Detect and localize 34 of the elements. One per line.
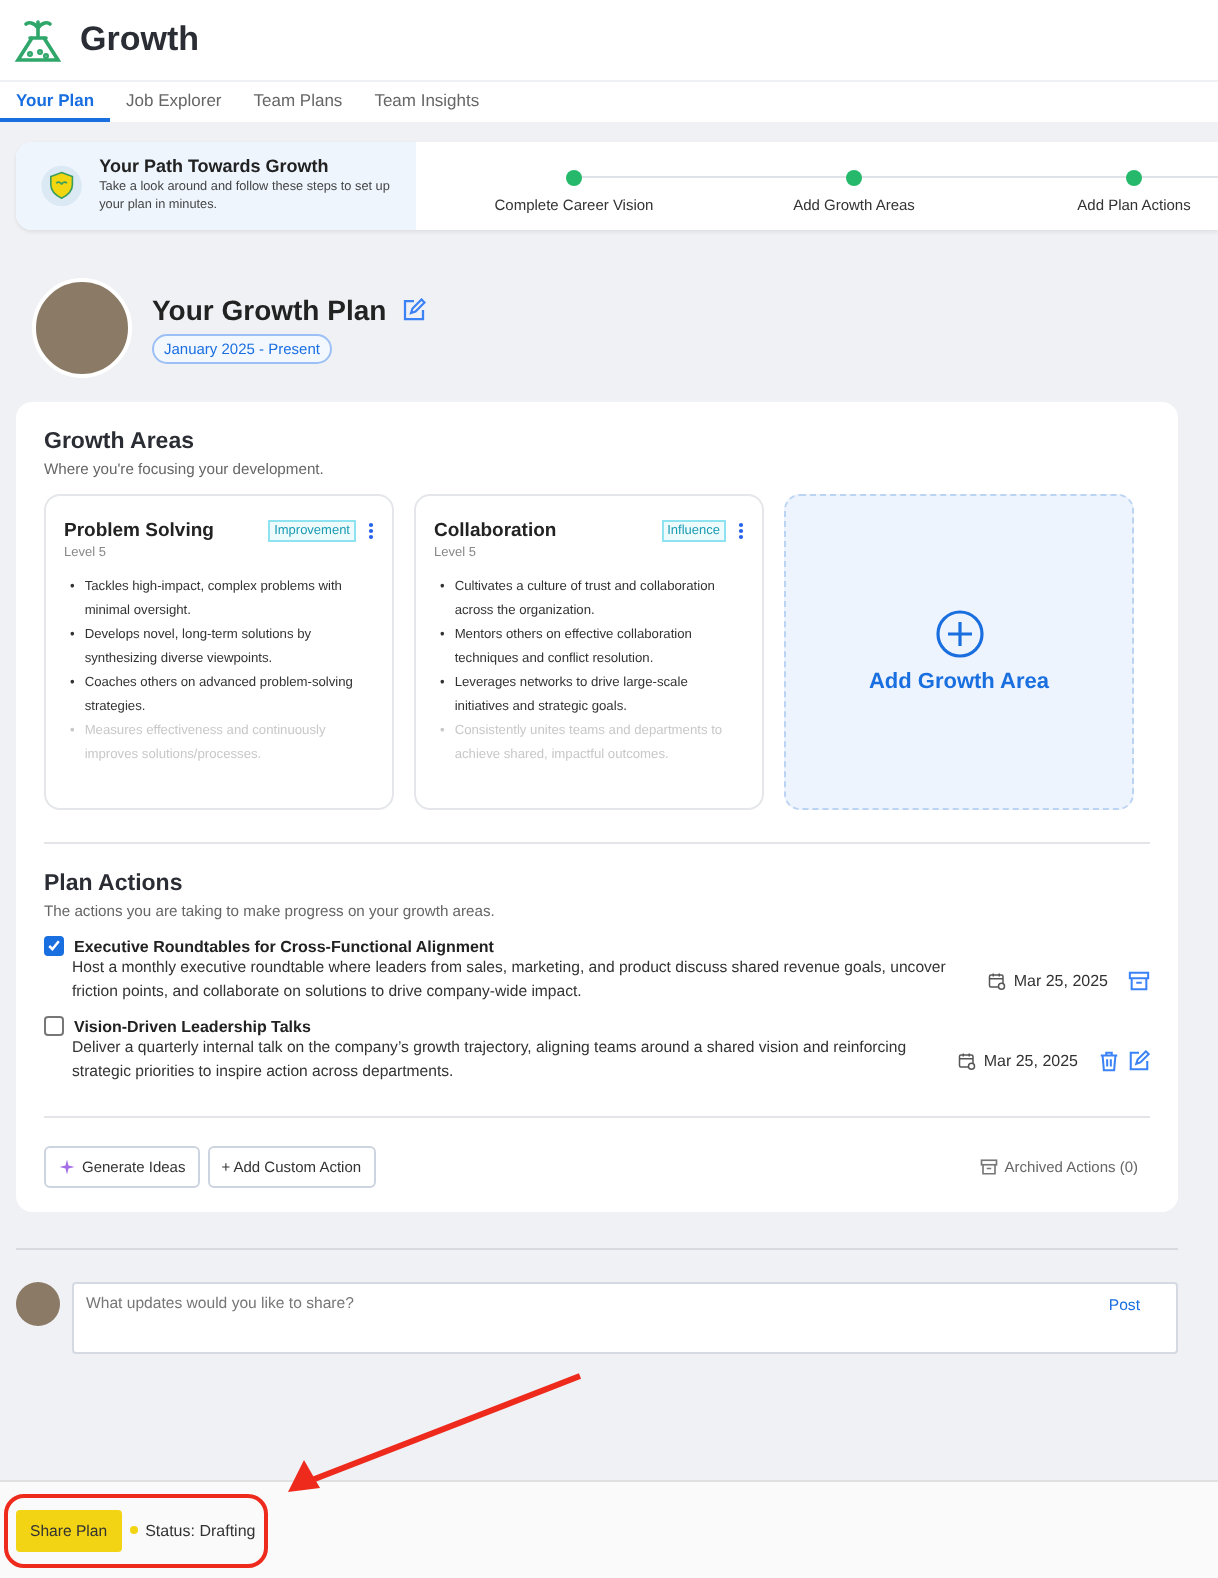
app-title: Growth bbox=[80, 20, 199, 60]
edit-icon[interactable] bbox=[402, 297, 427, 321]
section-title: Plan Actions bbox=[44, 872, 185, 896]
calendar-icon bbox=[957, 1051, 976, 1069]
archive-icon bbox=[980, 1158, 999, 1176]
archive-icon[interactable] bbox=[1128, 969, 1150, 991]
action-title: Executive Roundtables for Cross-Functional Alignment bbox=[74, 937, 494, 955]
action-date: Mar 25, 2025 bbox=[1013, 971, 1108, 989]
area-title: Problem Solving bbox=[64, 520, 216, 542]
plus-circle-icon bbox=[935, 610, 983, 658]
calendar-icon bbox=[987, 971, 1006, 989]
nav-tab[interactable]: Your Plan bbox=[0, 82, 111, 122]
edit-icon[interactable] bbox=[1128, 1049, 1150, 1071]
more-icon[interactable] bbox=[738, 522, 744, 540]
action-date: Mar 25, 2025 bbox=[983, 1051, 1078, 1069]
more-icon[interactable] bbox=[368, 522, 374, 540]
trash-icon[interactable] bbox=[1098, 1049, 1120, 1071]
checkbox[interactable] bbox=[44, 936, 64, 956]
action-title: Vision-Driven Leadership Talks bbox=[74, 1017, 311, 1035]
sparkle-icon bbox=[58, 1158, 76, 1176]
nav-tab[interactable]: Job Explorer bbox=[110, 82, 238, 122]
banner-title: Your Path Towards Growth bbox=[99, 156, 331, 177]
plan-title: Your Growth Plan bbox=[152, 293, 387, 325]
area-title: Collaboration bbox=[434, 520, 559, 542]
nav-tab[interactable]: Team Plans bbox=[237, 82, 359, 122]
checkbox[interactable] bbox=[44, 1016, 64, 1036]
status-text: Status: Drafting bbox=[145, 1521, 256, 1539]
avatar-placeholder bbox=[16, 1282, 60, 1326]
status-dot bbox=[129, 1526, 138, 1534]
flask-sprout-icon bbox=[12, 14, 64, 66]
section-title: Growth Areas bbox=[44, 430, 196, 454]
nav-tab[interactable]: Team Insights bbox=[358, 82, 496, 122]
add-growth-area-button[interactable]: Add Growth Area bbox=[784, 494, 1134, 810]
avatar-placeholder bbox=[32, 278, 132, 378]
